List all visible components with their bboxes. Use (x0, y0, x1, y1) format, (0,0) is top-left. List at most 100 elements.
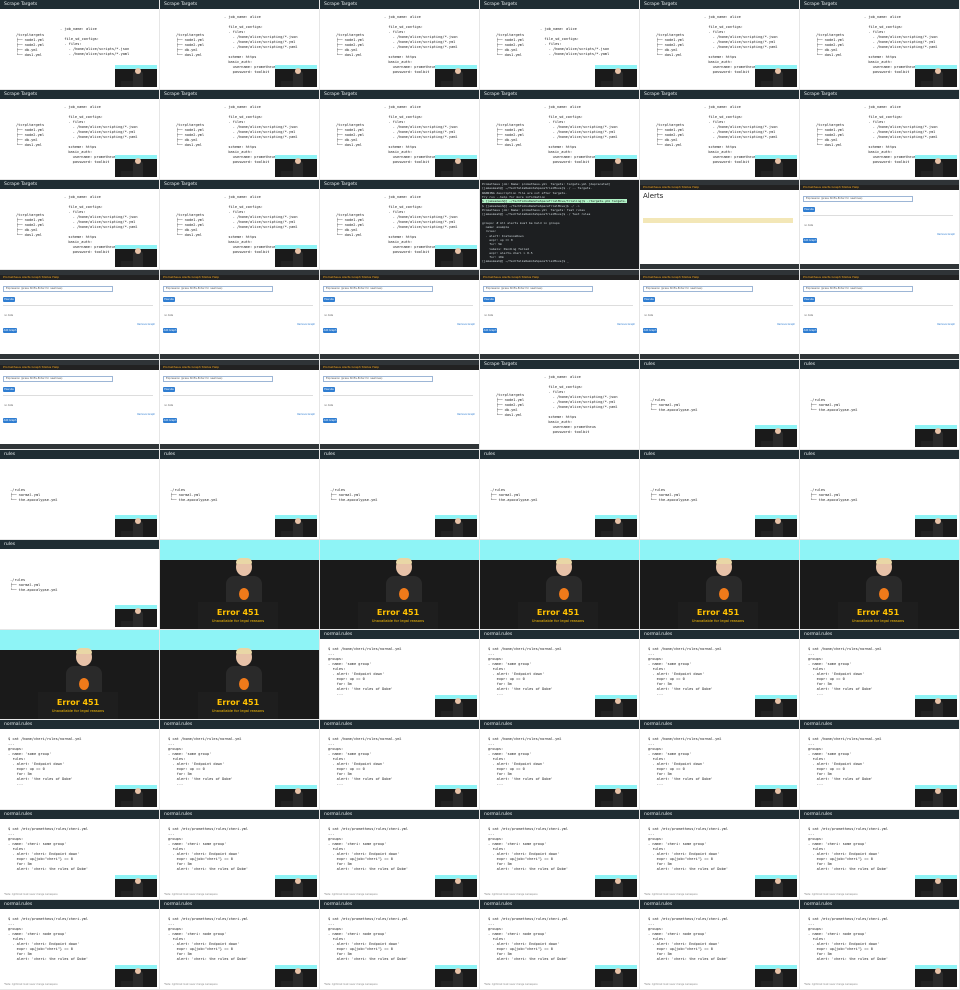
thumbnail-cell[interactable]: normal.rules $ cat /home/cheri/rules/norm… (320, 630, 480, 720)
expression-input[interactable]: Expression (press Shift+Enter for newlin… (163, 286, 273, 292)
thumbnail-cell[interactable]: normal.rules $ cat /home/cheri/rules/norm… (640, 720, 800, 810)
thumbnail-cell[interactable]: normal.rules $ cat /etc/prometheus/rules/… (800, 900, 960, 990)
thumbnail-cell[interactable]: Error 451 Unavailable for legal reasons (640, 540, 800, 630)
add-graph-button[interactable]: Add Graph (163, 418, 177, 423)
execute-button[interactable]: Execute (643, 297, 655, 302)
thumbnail-cell[interactable]: normal.rules $ cat /etc/prometheus/rules/… (480, 900, 640, 990)
thumbnail-cell[interactable]: Prometheus Alerts Graph Status Help Expre… (320, 360, 480, 450)
brand-name[interactable]: Prometheus Alerts Graph Status Help (323, 275, 379, 280)
add-graph-button[interactable]: Add Graph (803, 238, 817, 243)
expression-input[interactable]: Expression (press Shift+Enter for newlin… (483, 286, 593, 292)
thumbnail-cell[interactable]: Scrape Targets/tcrpltargets ├── node1.ym… (160, 90, 320, 180)
thumbnail-cell[interactable]: normal.rules $ cat /home/cheri/rules/norm… (480, 720, 640, 810)
thumbnail-cell[interactable]: Error 451 Unavailable for legal reasons (160, 540, 320, 630)
remove-graph-link[interactable]: Remove Graph (937, 233, 955, 236)
add-graph-button[interactable]: Add Graph (803, 328, 817, 333)
brand-name[interactable]: Prometheus Alerts Graph Status Help (803, 275, 859, 280)
thumbnail-cell[interactable]: Prometheus job: Name: prometheus.yml Tar… (480, 180, 640, 270)
thumbnail-cell[interactable]: Scrape Targets/tcrpltargets ├── node1.ym… (0, 90, 160, 180)
thumbnail-cell[interactable]: Scrape Targets/tcrpltargets ├── node1.ym… (480, 360, 640, 450)
thumbnail-cell[interactable]: rules -/rules ├── normal.yml └── the-apoc… (800, 450, 960, 540)
thumbnail-cell[interactable]: normal.rules $ cat /etc/prometheus/rules/… (160, 900, 320, 990)
thumbnail-cell[interactable]: Error 451 Unavailable for legal reasons (160, 630, 320, 720)
remove-graph-link[interactable]: Remove Graph (297, 323, 315, 326)
thumbnail-cell[interactable]: Prometheus Alerts Graph Status Help Alert… (640, 180, 800, 270)
thumbnail-cell[interactable]: normal.rules $ cat /etc/prometheus/rules/… (0, 900, 160, 990)
expression-input[interactable]: Expression (press Shift+Enter for newlin… (323, 286, 433, 292)
brand-name[interactable]: Prometheus Alerts Graph Status Help (323, 365, 379, 370)
expression-input[interactable]: Expression (press Shift+Enter for newlin… (803, 196, 913, 202)
expression-input[interactable]: Expression (press Shift+Enter for newlin… (3, 376, 113, 382)
thumbnail-cell[interactable]: normal.rules $ cat /etc/prometheus/rules/… (480, 810, 640, 900)
thumbnail-cell[interactable]: Prometheus Alerts Graph Status Help Expre… (640, 270, 800, 360)
thumbnail-cell[interactable]: Prometheus Alerts Graph Status Help Expre… (800, 270, 960, 360)
alert-row[interactable] (643, 218, 793, 223)
remove-graph-link[interactable]: Remove Graph (617, 323, 635, 326)
execute-button[interactable]: Execute (3, 387, 15, 392)
thumbnail-cell[interactable]: Prometheus Alerts Graph Status Help Expre… (0, 270, 160, 360)
thumbnail-cell[interactable]: rules -/rules ├── normal.yml └── the-apoc… (640, 450, 800, 540)
thumbnail-cell[interactable]: normal.rules $ cat /etc/prometheus/rules/… (320, 810, 480, 900)
thumbnail-cell[interactable]: rules -/rules ├── normal.yml └── the-apoc… (640, 360, 800, 450)
brand-name[interactable]: Prometheus Alerts Graph Status Help (163, 365, 219, 370)
thumbnail-cell[interactable]: normal.rules $ cat /etc/prometheus/rules/… (0, 810, 160, 900)
brand-name[interactable]: Prometheus Alerts Graph Status Help (643, 185, 699, 190)
remove-graph-link[interactable]: Remove Graph (137, 413, 155, 416)
thumbnail-cell[interactable]: normal.rules $ cat /home/cheri/rules/norm… (800, 720, 960, 810)
thumbnail-cell[interactable]: rules -/rules ├── normal.yml └── the-apoc… (160, 450, 320, 540)
thumbnail-cell[interactable]: Error 451 Unavailable for legal reasons (320, 540, 480, 630)
execute-button[interactable]: Execute (803, 207, 815, 212)
brand-name[interactable]: Prometheus Alerts Graph Status Help (483, 275, 539, 280)
execute-button[interactable]: Execute (803, 297, 815, 302)
add-graph-button[interactable]: Add Graph (163, 328, 177, 333)
execute-button[interactable]: Execute (163, 297, 175, 302)
thumbnail-cell[interactable]: normal.rules $ cat /home/cheri/rules/norm… (160, 720, 320, 810)
thumbnail-cell[interactable]: Scrape Targets/tcrpltargets ├── node1.ym… (480, 90, 640, 180)
remove-graph-link[interactable]: Remove Graph (137, 323, 155, 326)
brand-name[interactable]: Prometheus Alerts Graph Status Help (643, 275, 699, 280)
thumbnail-cell[interactable]: rules -/rules ├── normal.yml └── the-apoc… (320, 450, 480, 540)
add-graph-button[interactable]: Add Graph (3, 328, 17, 333)
thumbnail-cell[interactable]: normal.rules $ cat /home/cheri/rules/norm… (800, 630, 960, 720)
thumbnail-cell[interactable]: Scrape Targets/tcrpltargets ├── node1.ym… (320, 180, 480, 270)
thumbnail-cell[interactable]: Scrape Targets/tcrpltargets ├── node1.ym… (640, 0, 800, 90)
add-graph-button[interactable]: Add Graph (3, 418, 17, 423)
brand-name[interactable]: Prometheus Alerts Graph Status Help (163, 275, 219, 280)
add-graph-button[interactable]: Add Graph (643, 328, 657, 333)
thumbnail-cell[interactable]: Scrape Targets/tcrpltargets ├── node1.ym… (320, 0, 480, 90)
remove-graph-link[interactable]: Remove Graph (297, 413, 315, 416)
execute-button[interactable]: Execute (323, 297, 335, 302)
expression-input[interactable]: Expression (press Shift+Enter for newlin… (643, 286, 753, 292)
thumbnail-cell[interactable]: Scrape Targets/tcrpltargets ├── node1.ym… (800, 90, 960, 180)
execute-button[interactable]: Execute (163, 387, 175, 392)
thumbnail-cell[interactable]: Scrape Targets/tcrpltargets ├── node1.ym… (160, 180, 320, 270)
thumbnail-cell[interactable]: rules -/rules ├── normal.yml └── the-apoc… (0, 450, 160, 540)
thumbnail-cell[interactable]: Prometheus Alerts Graph Status Help Expre… (800, 180, 960, 270)
expression-input[interactable]: Expression (press Shift+Enter for newlin… (163, 376, 273, 382)
thumbnail-cell[interactable]: Scrape Targets/tcrpltargets ├── node1.ym… (0, 180, 160, 270)
remove-graph-link[interactable]: Remove Graph (937, 323, 955, 326)
expression-input[interactable]: Expression (press Shift+Enter for newlin… (3, 286, 113, 292)
brand-name[interactable]: Prometheus Alerts Graph Status Help (3, 275, 59, 280)
thumbnail-cell[interactable]: normal.rules $ cat /etc/prometheus/rules/… (640, 810, 800, 900)
thumbnail-cell[interactable]: normal.rules $ cat /etc/prometheus/rules/… (320, 900, 480, 990)
thumbnail-cell[interactable]: Prometheus Alerts Graph Status Help Expre… (160, 360, 320, 450)
thumbnail-cell[interactable]: Prometheus Alerts Graph Status Help Expre… (480, 270, 640, 360)
add-graph-button[interactable]: Add Graph (323, 418, 337, 423)
thumbnail-cell[interactable]: Error 451 Unavailable for legal reasons (480, 540, 640, 630)
thumbnail-cell[interactable]: Scrape Targets/tcrpltargets ├── node1.ym… (320, 90, 480, 180)
thumbnail-cell[interactable]: normal.rules $ cat /home/cheri/rules/norm… (0, 720, 160, 810)
thumbnail-cell[interactable]: normal.rules $ cat /etc/prometheus/rules/… (640, 900, 800, 990)
thumbnail-cell[interactable]: Prometheus Alerts Graph Status Help Expre… (0, 360, 160, 450)
thumbnail-cell[interactable]: normal.rules $ cat /etc/prometheus/rules/… (800, 810, 960, 900)
remove-graph-link[interactable]: Remove Graph (457, 323, 475, 326)
thumbnail-cell[interactable]: Scrape Targets/tcrpltargets ├── node1.ym… (800, 0, 960, 90)
add-graph-button[interactable]: Add Graph (483, 328, 497, 333)
remove-graph-link[interactable]: Remove Graph (457, 413, 475, 416)
expression-input[interactable]: Expression (press Shift+Enter for newlin… (323, 376, 433, 382)
thumbnail-cell[interactable]: Error 451 Unavailable for legal reasons (800, 540, 960, 630)
thumbnail-cell[interactable]: Scrape Targets/tcrpltargets ├── node1.ym… (480, 0, 640, 90)
brand-name[interactable]: Prometheus Alerts Graph Status Help (803, 185, 859, 190)
brand-name[interactable]: Prometheus Alerts Graph Status Help (3, 365, 59, 370)
expression-input[interactable]: Expression (press Shift+Enter for newlin… (803, 286, 913, 292)
